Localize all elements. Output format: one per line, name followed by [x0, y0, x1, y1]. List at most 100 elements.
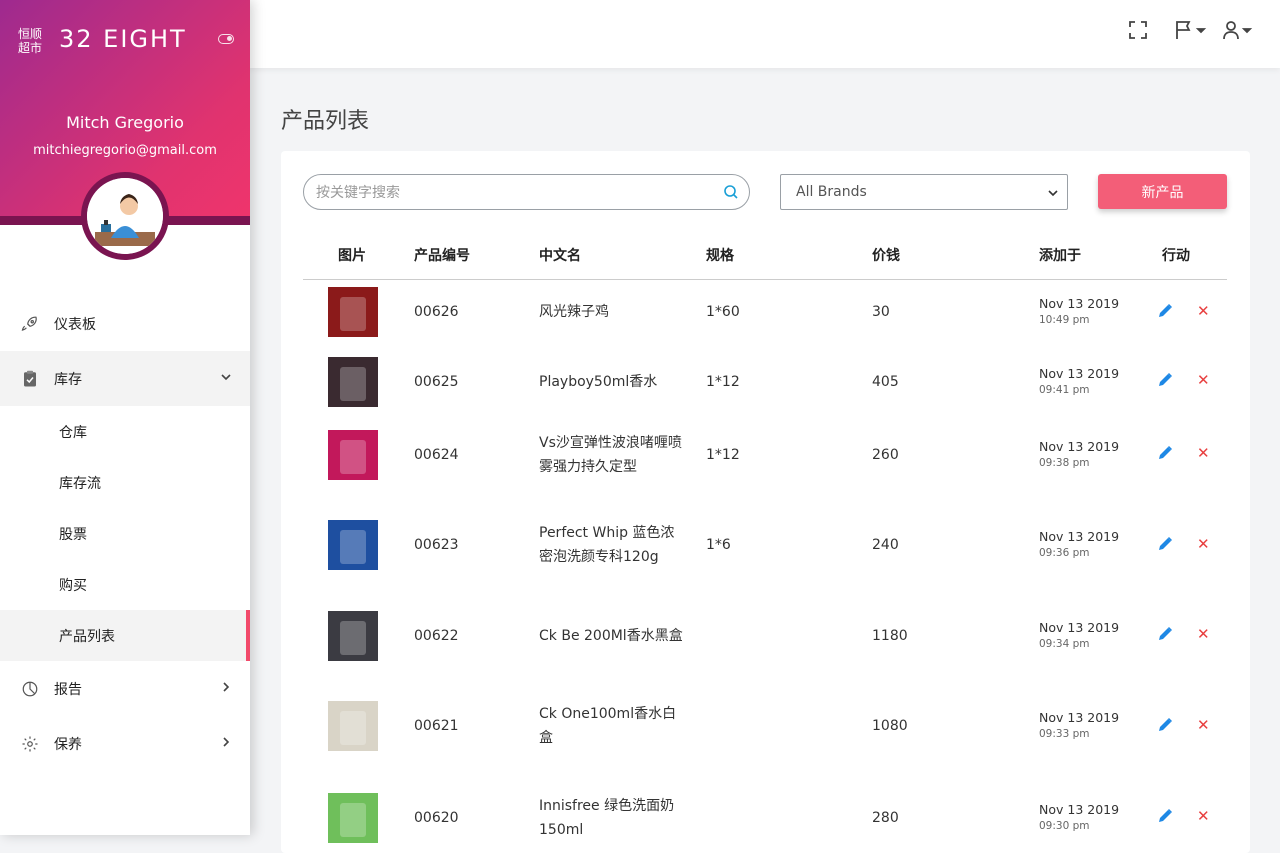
col-header-name[interactable]: 中文名: [539, 231, 706, 280]
table-row[interactable]: 00622 Ck Be 200Ml香水黑盒 1180 Nov 13 2019 0…: [303, 599, 1227, 672]
rocket-icon: [20, 314, 40, 334]
delete-icon[interactable]: ✕: [1197, 716, 1210, 734]
search-placeholder: 按关键字搜索: [316, 185, 400, 201]
product-code: 00620: [414, 809, 459, 826]
nav-sub-purchase[interactable]: 购买: [0, 559, 250, 610]
chevron-right-icon: [220, 681, 232, 696]
product-thumbnail[interactable]: [328, 701, 378, 751]
fullscreen-icon[interactable]: [1128, 20, 1148, 44]
product-code: 00622: [414, 627, 459, 644]
sidebar: 恒顺 超市 32 EIGHT Mitch Gregorio mitchiegre…: [0, 0, 250, 835]
product-name-cell: Ck One100ml香水白盒: [539, 672, 706, 780]
user-email: mitchiegregorio@gmail.com: [33, 143, 217, 158]
table-row[interactable]: 00624 Vs沙宣弹性波浪啫喱喷雾强力持久定型 1*12 260 Nov 13…: [303, 418, 1227, 491]
product-price: 1180: [872, 627, 908, 644]
brand-name[interactable]: 32 EIGHT: [59, 25, 187, 53]
nav-sub-stocks[interactable]: 股票: [0, 508, 250, 559]
product-name-cell: Perfect Whip 蓝色浓密泡洗颜专科120g: [539, 491, 706, 599]
edit-icon[interactable]: [1157, 626, 1173, 642]
product-price: 1080: [872, 718, 908, 734]
flag-dropdown-icon[interactable]: [1174, 20, 1208, 44]
col-header-spec[interactable]: 规格: [706, 231, 872, 280]
user-dropdown-icon[interactable]: [1222, 20, 1256, 44]
product-thumbnail[interactable]: [328, 287, 378, 338]
delete-icon[interactable]: ✕: [1197, 444, 1210, 462]
added-date-cell: Nov 13 2019 09:30 pm: [1039, 780, 1147, 853]
col-header-image[interactable]: 图片: [303, 231, 414, 280]
product-name: Perfect Whip 蓝色浓密泡洗颜专科120g: [539, 525, 675, 565]
nav-dashboard[interactable]: 仪表板: [0, 296, 250, 351]
added-date-cell: Nov 13 2019 09:41 pm: [1039, 345, 1147, 418]
nav-reports[interactable]: 报告: [0, 661, 250, 716]
user-name: Mitch Gregorio: [66, 113, 184, 132]
action-cell: ✕: [1147, 780, 1227, 853]
nav-maintenance[interactable]: 保养: [0, 716, 250, 771]
edit-icon[interactable]: [1157, 303, 1173, 319]
product-name-cell: Ck Be 200Ml香水黑盒: [539, 599, 706, 672]
brand-select[interactable]: All Brands: [780, 174, 1068, 210]
brand-select-value: All Brands: [796, 184, 867, 200]
col-header-added[interactable]: 添加于: [1039, 231, 1147, 280]
added-time: 09:30 pm: [1039, 819, 1090, 832]
new-product-button[interactable]: 新产品: [1098, 174, 1227, 209]
action-cell: ✕: [1147, 491, 1227, 599]
added-time: 09:38 pm: [1039, 456, 1090, 469]
action-cell: ✕: [1147, 418, 1227, 491]
product-image-cell: [303, 279, 414, 345]
product-name: Vs沙宣弹性波浪啫喱喷雾强力持久定型: [539, 434, 682, 475]
product-code: 00625: [414, 373, 459, 390]
delete-icon[interactable]: ✕: [1197, 371, 1210, 389]
product-thumbnail[interactable]: [328, 520, 378, 570]
col-header-code[interactable]: 产品编号: [414, 231, 539, 280]
search-input[interactable]: 按关键字搜索: [303, 174, 750, 210]
product-thumbnail[interactable]: [328, 429, 378, 480]
product-spec: 1*12: [706, 373, 740, 390]
nav-sub-product-list[interactable]: 产品列表: [0, 610, 250, 661]
delete-icon[interactable]: ✕: [1197, 302, 1210, 320]
product-image-cell: [303, 418, 414, 491]
nav-sub-stock-flow[interactable]: 库存流: [0, 457, 250, 508]
search-icon[interactable]: [723, 184, 739, 204]
product-image-cell: [303, 599, 414, 672]
product-code: 00624: [414, 446, 459, 463]
added-time: 09:41 pm: [1039, 383, 1090, 396]
product-spec: 1*6: [706, 537, 731, 553]
product-thumbnail[interactable]: [328, 610, 378, 661]
table-row[interactable]: 00625 Playboy50ml香水 1*12 405 Nov 13 2019…: [303, 345, 1227, 418]
table-row[interactable]: 00626 风光辣子鸡 1*60 30 Nov 13 2019 10:49 pm…: [303, 279, 1227, 345]
nav-reports-label: 报告: [54, 681, 82, 698]
table-row[interactable]: 00623 Perfect Whip 蓝色浓密泡洗颜专科120g 1*6 240…: [303, 491, 1227, 599]
added-date-cell: Nov 13 2019 09:36 pm: [1039, 491, 1147, 599]
added-date-cell: Nov 13 2019 10:49 pm: [1039, 279, 1147, 345]
col-header-price[interactable]: 价钱: [872, 231, 1039, 280]
table-header-row: 图片 产品编号 中文名 规格 价钱 添加于 行动: [303, 231, 1227, 280]
nav-sub-warehouse[interactable]: 仓库: [0, 406, 250, 457]
edit-icon[interactable]: [1157, 372, 1173, 388]
product-spec: [706, 599, 872, 672]
sidebar-toggle-icon[interactable]: [218, 34, 234, 44]
edit-icon[interactable]: [1157, 717, 1173, 733]
added-time: 09:36 pm: [1039, 547, 1090, 559]
chevron-right-icon: [220, 736, 232, 751]
table-row[interactable]: 00621 Ck One100ml香水白盒 1080 Nov 13 2019 0…: [303, 672, 1227, 780]
added-date: Nov 13 2019: [1039, 801, 1120, 817]
product-code: 00626: [414, 304, 459, 321]
chevron-down-icon: [220, 371, 232, 386]
avatar[interactable]: [81, 172, 169, 260]
delete-icon[interactable]: ✕: [1197, 807, 1210, 825]
added-date: Nov 13 2019: [1039, 619, 1120, 635]
added-time: 10:49 pm: [1039, 314, 1090, 327]
brand-logo[interactable]: 恒顺 超市: [15, 27, 45, 55]
product-thumbnail[interactable]: [328, 356, 378, 407]
table-row[interactable]: 00620 Innisfree 绿色洗面奶150ml 280 Nov 13 20…: [303, 780, 1227, 853]
topbar: [250, 0, 1280, 68]
added-date: Nov 13 2019: [1039, 365, 1120, 381]
delete-icon[interactable]: ✕: [1197, 625, 1210, 643]
product-thumbnail[interactable]: [328, 792, 378, 843]
delete-icon[interactable]: ✕: [1197, 535, 1210, 553]
edit-icon[interactable]: [1157, 808, 1173, 824]
added-date-cell: Nov 13 2019 09:38 pm: [1039, 418, 1147, 491]
edit-icon[interactable]: [1157, 445, 1173, 461]
nav-inventory[interactable]: 库存: [0, 351, 250, 406]
edit-icon[interactable]: [1157, 536, 1173, 552]
